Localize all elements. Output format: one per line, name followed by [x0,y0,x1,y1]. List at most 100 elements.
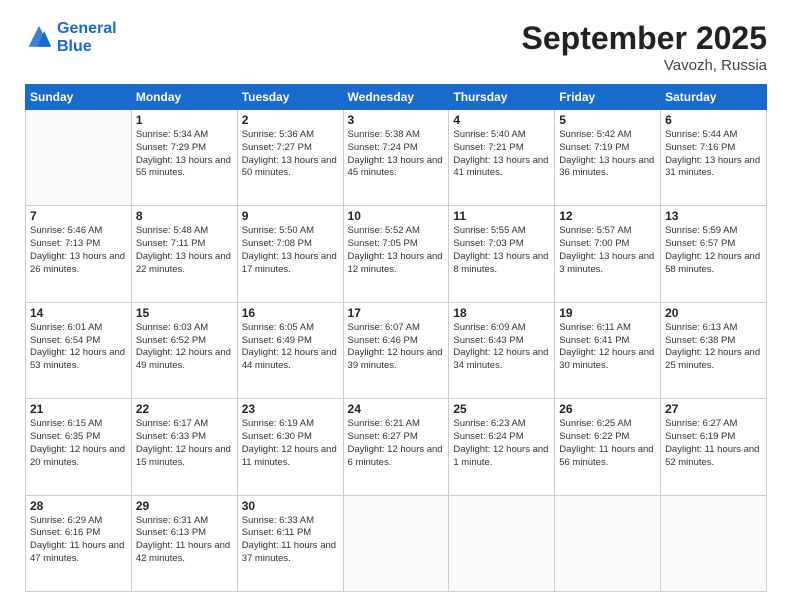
calendar-cell: 29 Sunrise: 6:31 AMSunset: 6:13 PMDayligh… [131,495,237,591]
calendar-cell: 3 Sunrise: 5:38 AMSunset: 7:24 PMDaylight… [343,110,449,206]
logo-icon [25,24,53,52]
calendar-cell: 5 Sunrise: 5:42 AMSunset: 7:19 PMDaylight… [555,110,661,206]
day-info: Sunrise: 6:03 AMSunset: 6:52 PMDaylight:… [136,322,233,373]
calendar-header-thursday: Thursday [449,85,555,110]
calendar-cell: 13 Sunrise: 5:59 AMSunset: 6:57 PMDayligh… [661,206,767,302]
calendar-cell [449,495,555,591]
day-info: Sunrise: 6:29 AMSunset: 6:16 PMDaylight:… [30,515,127,566]
day-info: Sunrise: 6:31 AMSunset: 6:13 PMDaylight:… [136,515,233,566]
day-info: Sunrise: 5:34 AMSunset: 7:29 PMDaylight:… [136,129,233,180]
day-info: Sunrise: 5:59 AMSunset: 6:57 PMDaylight:… [665,225,762,276]
day-number: 5 [559,113,656,127]
day-number: 7 [30,209,127,223]
day-info: Sunrise: 5:55 AMSunset: 7:03 PMDaylight:… [453,225,550,276]
calendar-cell: 20Sunrise: 6:13 AMSunset: 6:38 PMDayligh… [661,302,767,398]
calendar-cell: 22 Sunrise: 6:17 AMSunset: 6:33 PMDayligh… [131,399,237,495]
calendar-cell: 18 Sunrise: 6:09 AMSunset: 6:43 PMDayligh… [449,302,555,398]
calendar-cell: 16 Sunrise: 6:05 AMSunset: 6:49 PMDayligh… [237,302,343,398]
calendar-week-5: 28 Sunrise: 6:29 AMSunset: 6:16 PMDayligh… [26,495,767,591]
calendar-header-friday: Friday [555,85,661,110]
day-number: 28 [30,499,127,513]
calendar-cell: 1 Sunrise: 5:34 AMSunset: 7:29 PMDaylight… [131,110,237,206]
calendar-cell: 9 Sunrise: 5:50 AMSunset: 7:08 PMDaylight… [237,206,343,302]
calendar-cell: 24Sunrise: 6:21 AMSunset: 6:27 PMDayligh… [343,399,449,495]
calendar-cell: 19Sunrise: 6:11 AMSunset: 6:41 PMDayligh… [555,302,661,398]
calendar-cell: 10 Sunrise: 5:52 AMSunset: 7:05 PMDayligh… [343,206,449,302]
calendar-week-1: 1 Sunrise: 5:34 AMSunset: 7:29 PMDaylight… [26,110,767,206]
calendar-week-2: 7Sunrise: 5:46 AMSunset: 7:13 PMDaylight… [26,206,767,302]
day-info: Sunrise: 6:19 AMSunset: 6:30 PMDaylight:… [242,418,339,469]
calendar-cell: 23 Sunrise: 6:19 AMSunset: 6:30 PMDayligh… [237,399,343,495]
day-number: 12 [559,209,656,223]
day-number: 18 [453,306,550,320]
calendar-cell: 14 Sunrise: 6:01 AMSunset: 6:54 PMDayligh… [26,302,132,398]
calendar-cell: 30Sunrise: 6:33 AMSunset: 6:11 PMDayligh… [237,495,343,591]
day-number: 8 [136,209,233,223]
calendar-cell: 4 Sunrise: 5:40 AMSunset: 7:21 PMDaylight… [449,110,555,206]
day-info: Sunrise: 6:13 AMSunset: 6:38 PMDaylight:… [665,322,762,373]
calendar-cell: 25Sunrise: 6:23 AMSunset: 6:24 PMDayligh… [449,399,555,495]
day-number: 22 [136,402,233,416]
day-info: Sunrise: 6:01 AMSunset: 6:54 PMDaylight:… [30,322,127,373]
calendar-week-4: 21 Sunrise: 6:15 AMSunset: 6:35 PMDayligh… [26,399,767,495]
day-info: Sunrise: 6:25 AMSunset: 6:22 PMDaylight:… [559,418,656,469]
day-info: Sunrise: 6:07 AMSunset: 6:46 PMDaylight:… [348,322,445,373]
day-number: 1 [136,113,233,127]
day-info: Sunrise: 5:48 AMSunset: 7:11 PMDaylight:… [136,225,233,276]
day-info: Sunrise: 5:44 AMSunset: 7:16 PMDaylight:… [665,129,762,180]
day-info: Sunrise: 5:57 AMSunset: 7:00 PMDaylight:… [559,225,656,276]
calendar: SundayMondayTuesdayWednesdayThursdayFrid… [25,84,767,592]
calendar-cell: 8 Sunrise: 5:48 AMSunset: 7:11 PMDaylight… [131,206,237,302]
day-number: 2 [242,113,339,127]
calendar-cell: 6 Sunrise: 5:44 AMSunset: 7:16 PMDaylight… [661,110,767,206]
day-number: 30 [242,499,339,513]
day-number: 16 [242,306,339,320]
day-info: Sunrise: 6:21 AMSunset: 6:27 PMDaylight:… [348,418,445,469]
title-block: September 2025 Vavozh, Russia [522,20,767,74]
calendar-cell: 27Sunrise: 6:27 AMSunset: 6:19 PMDayligh… [661,399,767,495]
day-number: 4 [453,113,550,127]
day-info: Sunrise: 5:38 AMSunset: 7:24 PMDaylight:… [348,129,445,180]
calendar-cell [343,495,449,591]
calendar-cell: 2 Sunrise: 5:36 AMSunset: 7:27 PMDaylight… [237,110,343,206]
day-info: Sunrise: 5:52 AMSunset: 7:05 PMDaylight:… [348,225,445,276]
day-info: Sunrise: 6:09 AMSunset: 6:43 PMDaylight:… [453,322,550,373]
calendar-cell: 28 Sunrise: 6:29 AMSunset: 6:16 PMDayligh… [26,495,132,591]
calendar-cell: 15 Sunrise: 6:03 AMSunset: 6:52 PMDayligh… [131,302,237,398]
day-number: 21 [30,402,127,416]
day-info: Sunrise: 5:40 AMSunset: 7:21 PMDaylight:… [453,129,550,180]
day-info: Sunrise: 6:15 AMSunset: 6:35 PMDaylight:… [30,418,127,469]
day-info: Sunrise: 5:50 AMSunset: 7:08 PMDaylight:… [242,225,339,276]
day-number: 19 [559,306,656,320]
day-number: 15 [136,306,233,320]
day-info: Sunrise: 5:36 AMSunset: 7:27 PMDaylight:… [242,129,339,180]
day-number: 14 [30,306,127,320]
calendar-header-tuesday: Tuesday [237,85,343,110]
calendar-header-row: SundayMondayTuesdayWednesdayThursdayFrid… [26,85,767,110]
calendar-cell [661,495,767,591]
day-number: 17 [348,306,445,320]
day-number: 26 [559,402,656,416]
calendar-cell: 7Sunrise: 5:46 AMSunset: 7:13 PMDaylight… [26,206,132,302]
day-info: Sunrise: 6:23 AMSunset: 6:24 PMDaylight:… [453,418,550,469]
day-number: 11 [453,209,550,223]
calendar-week-3: 14 Sunrise: 6:01 AMSunset: 6:54 PMDayligh… [26,302,767,398]
page: General Blue September 2025 Vavozh, Russ… [0,0,792,612]
calendar-cell: 12 Sunrise: 5:57 AMSunset: 7:00 PMDayligh… [555,206,661,302]
day-number: 6 [665,113,762,127]
month-title: September 2025 [522,20,767,57]
day-number: 9 [242,209,339,223]
day-number: 10 [348,209,445,223]
logo: General Blue [25,20,117,55]
day-info: Sunrise: 6:05 AMSunset: 6:49 PMDaylight:… [242,322,339,373]
calendar-cell: 17 Sunrise: 6:07 AMSunset: 6:46 PMDayligh… [343,302,449,398]
day-number: 23 [242,402,339,416]
day-info: Sunrise: 5:42 AMSunset: 7:19 PMDaylight:… [559,129,656,180]
day-number: 3 [348,113,445,127]
day-number: 29 [136,499,233,513]
calendar-cell [26,110,132,206]
calendar-header-monday: Monday [131,85,237,110]
location: Vavozh, Russia [522,57,767,74]
day-info: Sunrise: 6:17 AMSunset: 6:33 PMDaylight:… [136,418,233,469]
day-number: 13 [665,209,762,223]
